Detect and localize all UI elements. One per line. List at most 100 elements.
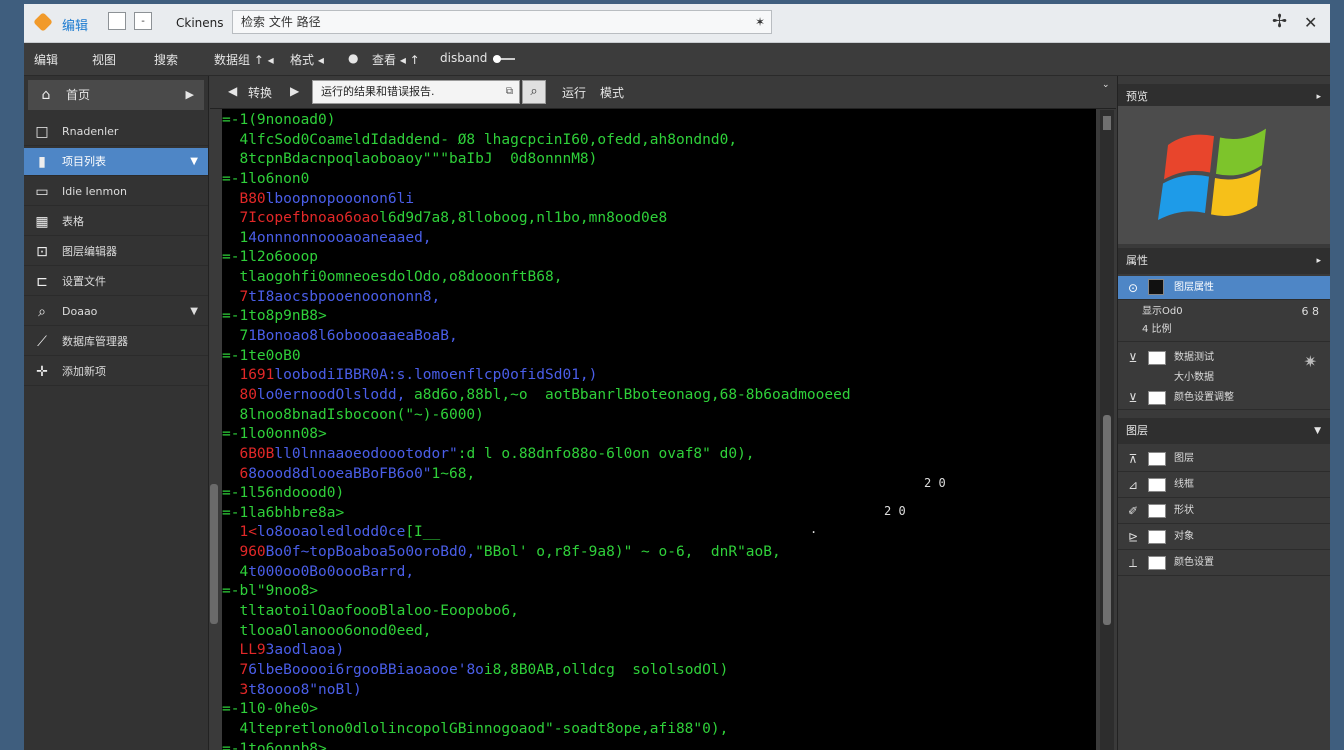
sidebar-item-settings-file[interactable]: ⊏ 设置文件 <box>24 268 208 296</box>
menu-search[interactable]: 搜索 <box>154 51 178 68</box>
code-segment: 1691 <box>222 367 275 384</box>
sidebar-item-label: 图层编辑器 <box>62 245 117 258</box>
stray-text: 2 0 <box>884 504 906 518</box>
move-icon[interactable]: ✢ <box>1272 11 1287 32</box>
checkbox[interactable] <box>1148 391 1166 405</box>
blank-button[interactable] <box>108 12 126 30</box>
sidebar-item-database-manager[interactable]: ⟋ 数据库管理器 <box>24 328 208 356</box>
layer-label: 颜色设置 <box>1174 557 1214 568</box>
layer-row[interactable]: ✐ 形状 <box>1118 498 1330 524</box>
dash-button[interactable]: - <box>134 12 152 30</box>
layer-row[interactable]: ⟂ 颜色设置 <box>1118 550 1330 576</box>
chevron-down-icon[interactable]: ▼ <box>190 298 198 326</box>
close-icon[interactable]: ✕ <box>1304 13 1317 32</box>
layers-header[interactable]: 图层 ▼ <box>1118 418 1330 444</box>
search-button[interactable]: ⌕ <box>522 80 546 104</box>
terminal-icon: ▮ <box>38 154 46 170</box>
copy-icon[interactable]: ⧉ <box>506 81 513 103</box>
code-line: 76lbeBooooi6rgooBBiaoaooe'8oi8,8B0AB,oll… <box>222 661 1096 681</box>
code-segment: =-1la6bhbre8a> <box>222 504 345 521</box>
expand-arrow-icon[interactable]: ▶ <box>186 80 194 110</box>
sidebar-item-table[interactable]: ▦ 表格 <box>24 208 208 236</box>
pin-icon[interactable]: ✶ <box>755 11 765 33</box>
address-bar[interactable]: 检索 文件 路径 ✶ <box>232 10 772 34</box>
record-icon[interactable]: ● <box>348 51 358 65</box>
code-line: =-1l56ndoood0) <box>222 484 1096 504</box>
layer-row[interactable]: ⊼ 图层 <box>1118 446 1330 472</box>
checkbox[interactable] <box>1148 351 1166 365</box>
preview-header-label: 预览 <box>1126 90 1148 103</box>
layer-label: 线框 <box>1174 479 1194 490</box>
title-bar: 编辑 - Ckinens 检索 文件 路径 ✶ ✢ ✕ <box>24 4 1330 43</box>
chevron-down-icon[interactable]: ▼ <box>1314 418 1321 444</box>
property-row[interactable]: ⊻ 颜色设置调整 <box>1118 386 1330 410</box>
layer-label: 形状 <box>1174 505 1194 516</box>
layer-row[interactable]: ⊿ 线框 <box>1118 472 1330 498</box>
sidebar-item-label: 表格 <box>62 215 84 228</box>
menu-format[interactable]: 格式 ◂ <box>290 51 324 68</box>
code-segment: 6B0B <box>222 445 275 462</box>
code-segment: t8oooo8"noBl) <box>248 681 362 698</box>
chevron-down-icon[interactable]: ⌄ <box>1102 80 1110 90</box>
menu-disband[interactable]: disband <box>440 51 516 65</box>
sidebar-item-search[interactable]: ⌕ Doaao ▼ <box>24 298 208 326</box>
pen-icon: ⟋ <box>37 334 47 350</box>
forward-icon[interactable]: ▶ <box>290 84 299 98</box>
properties-header[interactable]: 属性 ▸ <box>1118 248 1330 274</box>
editor-scrollbar[interactable] <box>1100 110 1114 750</box>
checkbox[interactable] <box>1148 556 1166 570</box>
code-line: 71Bonoao8l6oboooaaeaBoaB, <box>222 327 1096 347</box>
sidebar-item-label: 项目列表 <box>62 155 106 168</box>
sidebar-item-add-new[interactable]: ✛ 添加新项 <box>24 358 208 386</box>
code-segment: [I__ <box>405 524 441 541</box>
sidebar-item-project-list[interactable]: ▮ 项目列表 ▼ <box>24 148 208 176</box>
app-window: 编辑 - Ckinens 检索 文件 路径 ✶ ✢ ✕ 编辑 视图 搜索 数据组… <box>24 4 1330 750</box>
run-button[interactable]: 运行 <box>562 84 586 101</box>
code-segment: Bo0f~topBoaboa5o0oroBd0, <box>265 544 476 561</box>
menu-bar: 编辑 视图 搜索 数据组 ↑ ◂ 格式 ◂ ● 查看 ◂ ↑ disband <box>24 43 1330 76</box>
stray-text: 2 0 <box>924 476 946 490</box>
radio-icon[interactable]: ⊙ <box>1126 276 1140 300</box>
chevron-down-icon[interactable]: ▼ <box>190 148 198 176</box>
code-segment: 4 <box>222 563 249 580</box>
property-row[interactable]: ⊙ 图层属性 <box>1118 276 1330 300</box>
scroll-thumb[interactable] <box>1103 415 1111 625</box>
panel-menu-icon[interactable]: ▸ <box>1316 248 1321 274</box>
code-segment: 3 <box>222 681 249 698</box>
back-icon[interactable]: ◀ <box>228 84 237 98</box>
search-icon: ⌕ <box>38 304 46 320</box>
sidebar-item-label: 设置文件 <box>62 275 106 288</box>
search-input[interactable]: 运行的结果和错误报告. ⧉ <box>312 80 520 104</box>
mode-button[interactable]: 模式 <box>600 84 624 101</box>
menu-edit[interactable]: 编辑 <box>34 51 58 68</box>
editor-toolbar: ◀ 转换 ▶ 运行的结果和错误报告. ⧉ ⌕ 运行 模式 ⌄ <box>210 76 1116 109</box>
sidebar-item-layer-editor[interactable]: ⊡ 图层编辑器 <box>24 238 208 266</box>
sidebar-item-idle[interactable]: ▭ Idie Ienmon <box>24 178 208 206</box>
code-segment: :d l o.88dnfo88o-6l0on ovaf8" d0), <box>457 445 755 462</box>
property-label: 颜色设置调整 <box>1174 392 1234 403</box>
code-line: 7Icopefbnoao6oaol6d9d7a8,8lloboog,nl1bo,… <box>222 209 1096 229</box>
code-output[interactable]: =-1(9nonoad0) 4lfcSod0CoameldIdaddend- Ø… <box>222 109 1096 750</box>
checkbox[interactable] <box>1148 478 1166 492</box>
code-line: 6B0Bll0lnnaaoeodoootodor":d l o.88dnfo88… <box>222 445 1096 465</box>
toggle-switch[interactable] <box>493 54 516 63</box>
checkbox[interactable] <box>1148 530 1166 544</box>
code-segment: 7 <box>222 288 249 305</box>
menu-view[interactable]: 视图 <box>92 51 116 68</box>
convert-button[interactable]: 转换 <box>248 84 272 101</box>
code-segment: t000oo0Bo0oooBarrd, <box>248 563 415 580</box>
sidebar-item-renderer[interactable]: □ Rnadenler <box>24 118 208 146</box>
menu-inspect[interactable]: 查看 ◂ ↑ <box>372 51 420 68</box>
code-segment: lboopnopooonon6li <box>265 190 415 207</box>
menu-data[interactable]: 数据组 ↑ ◂ <box>214 51 274 68</box>
sidebar-header[interactable]: ⌂ 首页 ▶ <box>28 80 204 110</box>
layer-row[interactable]: ⊵ 对象 <box>1118 524 1330 550</box>
checkbox[interactable] <box>1148 452 1166 466</box>
sidebar-item-label: 添加新项 <box>62 365 106 378</box>
sidebar-item-label: 数据库管理器 <box>62 335 128 348</box>
checkbox[interactable] <box>1148 504 1166 518</box>
app-logo-icon <box>33 12 53 32</box>
scroll-up-icon[interactable] <box>1103 116 1111 130</box>
code-segment: 960 <box>222 544 266 561</box>
code-segment: 4ltepretlono0dlolincopolGBinnogoaod"-soa… <box>222 720 729 737</box>
